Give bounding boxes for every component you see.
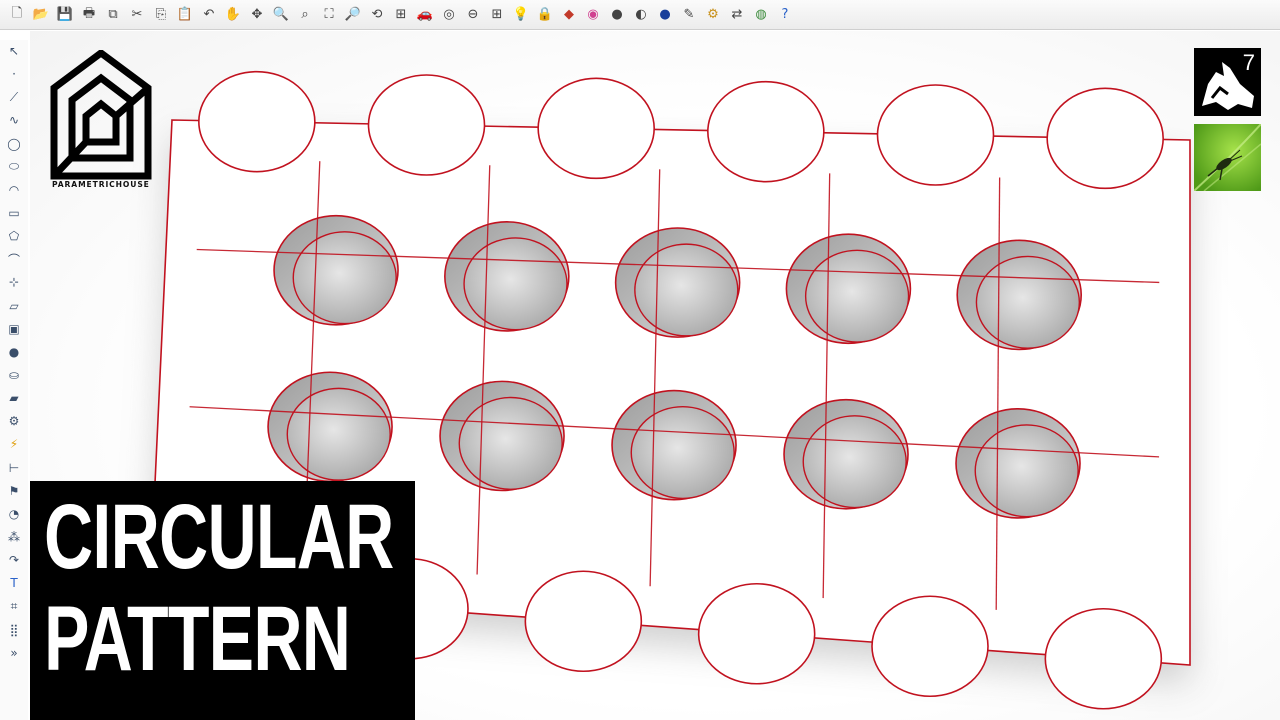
circular-hole [614,227,741,338]
circle-icon[interactable]: ◯ [3,133,25,155]
copy-page-icon[interactable]: ⧉ [102,4,124,26]
render-sphere-icon[interactable]: ● [606,4,628,26]
dimension-icon[interactable]: ⊢ [3,457,25,479]
polygon-icon[interactable]: ⬠ [3,225,25,247]
edge-notch-bottom [871,595,989,698]
help-icon[interactable]: ? [774,4,796,26]
parametrichouse-logo [50,50,152,180]
circular-hole [785,233,912,345]
fillet-icon[interactable]: ⌒ [3,248,25,270]
title-line-1: CIRCULAR [44,486,394,588]
circular-hole [955,408,1081,519]
title-line-2: PATTERN [44,588,351,690]
select-icon[interactable]: ↖ [3,40,25,62]
grasshopper-icon [1194,124,1261,191]
zoom-window-icon[interactable]: ⌕ [294,4,316,26]
zoom-extents-icon[interactable]: ⛶ [318,4,340,26]
edge-notch-top [1046,87,1164,190]
circular-hole [783,398,909,510]
save-icon[interactable]: 💾 [54,4,76,26]
boolean-icon[interactable]: ◔ [3,503,25,525]
lightning-icon[interactable]: ⚡ [3,433,25,455]
edge-notch-top [707,80,825,183]
grid-icon[interactable]: ⊞ [486,4,508,26]
edge-notch-top [876,84,995,186]
circular-hole [267,371,393,483]
edge-notch-top [367,74,486,176]
circular-hole [439,380,565,492]
new-file-icon[interactable]: 🗋 [6,4,28,26]
rhino-version: 7 [1242,50,1255,75]
gear-edit-icon[interactable]: ⚙ [3,410,25,432]
text-icon[interactable]: T [3,572,25,594]
circular-hole [444,221,570,332]
camera-target-icon[interactable]: ◎ [438,4,460,26]
main-toolbar: 🗋 📂 💾 🖶 ⧉ ✂ ⎘ 📋 ↶ ✋ ✥ 🔍 ⌕ ⛶ 🔎 ⟲ ⊞ 🚗 ◎ ⊖ ⊞ 💡 🔒 ◆ ◉ ● ◐ ● ✎ ⚙ ⇄ ◍? [0,0,1280,30]
gear-cluster-icon[interactable]: ⚙ [702,4,724,26]
surface-icon[interactable]: ▱ [3,295,25,317]
flag-edit-icon[interactable]: ⚑ [3,480,25,502]
color-wheel-icon[interactable]: ◉ [582,4,604,26]
copy-icon[interactable]: ⎘ [150,4,172,26]
point-icon[interactable]: · [3,63,25,85]
arc-icon[interactable]: ◠ [3,179,25,201]
circular-hole [273,214,399,326]
print-icon[interactable]: 🖶 [78,4,100,26]
polyline-icon[interactable]: ⟋ [3,86,25,108]
undo-icon[interactable]: ↶ [198,4,220,26]
planet-globe-icon[interactable]: ◍ [750,4,772,26]
transform-grid-icon[interactable]: ⌗ [3,595,25,617]
more-icon[interactable]: » [3,642,25,664]
grasshopper-arrows-icon[interactable]: ⇄ [726,4,748,26]
four-viewports-icon[interactable]: ⊞ [390,4,412,26]
open-folder-icon[interactable]: 📂 [30,4,52,26]
sphere-solid-icon[interactable]: ● [3,341,25,363]
zoom-icon[interactable]: 🔍 [270,4,292,26]
rotate-view-icon[interactable]: ⟲ [366,4,388,26]
title-banner: CIRCULAR PATTERN [30,481,415,720]
edge-notch-top [198,70,316,173]
curve-interp-icon[interactable]: ∿ [3,109,25,131]
box-icon[interactable]: ▣ [3,318,25,340]
render-blue-icon[interactable]: ● [654,4,676,26]
circular-hole [956,239,1083,351]
grasshopper-badge [1194,124,1261,191]
layer-color-icon[interactable]: ◆ [558,4,580,26]
pen-tool-icon[interactable]: ✎ [678,4,700,26]
edge-notch-bottom [524,570,643,673]
ellipse-icon[interactable]: ⬭ [3,156,25,178]
edge-notch-bottom [697,582,816,685]
car-icon[interactable]: 🚗 [414,4,436,26]
edge-notch-bottom [1044,607,1163,710]
move-icon[interactable]: ✥ [246,4,268,26]
zoom-selected-icon[interactable]: 🔎 [342,4,364,26]
shaded-sphere-icon[interactable]: ◐ [630,4,652,26]
plane-icon[interactable]: ▰ [3,387,25,409]
named-views-icon[interactable]: ⊖ [462,4,484,26]
brand-name: PARAMETRICHOUSE [52,180,150,189]
pan-icon[interactable]: ✋ [222,4,244,26]
circular-hole [611,389,737,501]
curve-hook-icon[interactable]: ↷ [3,549,25,571]
transform-points-icon[interactable]: ⊹ [3,271,25,293]
cut-icon[interactable]: ✂ [126,4,148,26]
array-icon[interactable]: ⣿ [3,619,25,641]
points-on-icon[interactable]: ⁂ [3,526,25,548]
paste-icon[interactable]: 📋 [174,4,196,26]
lock-icon[interactable]: 🔒 [534,4,556,26]
light-bulb-icon[interactable]: 💡 [510,4,532,26]
rhino-logo-badge: 7 [1194,48,1261,116]
left-toolbar: ↖ · ⟋ ∿ ◯ ⬭ ◠ ▭ ⬠ ⌒ ⊹ ▱ ▣ ● ⛀ ▰ ⚙ ⚡ ⊢ ⚑ ◔ ⁂ ↷ T ⌗ ⣿» [0,40,28,720]
cylinder-icon[interactable]: ⛀ [3,364,25,386]
edge-notch-top [537,77,655,180]
rectangle-icon[interactable]: ▭ [3,202,25,224]
